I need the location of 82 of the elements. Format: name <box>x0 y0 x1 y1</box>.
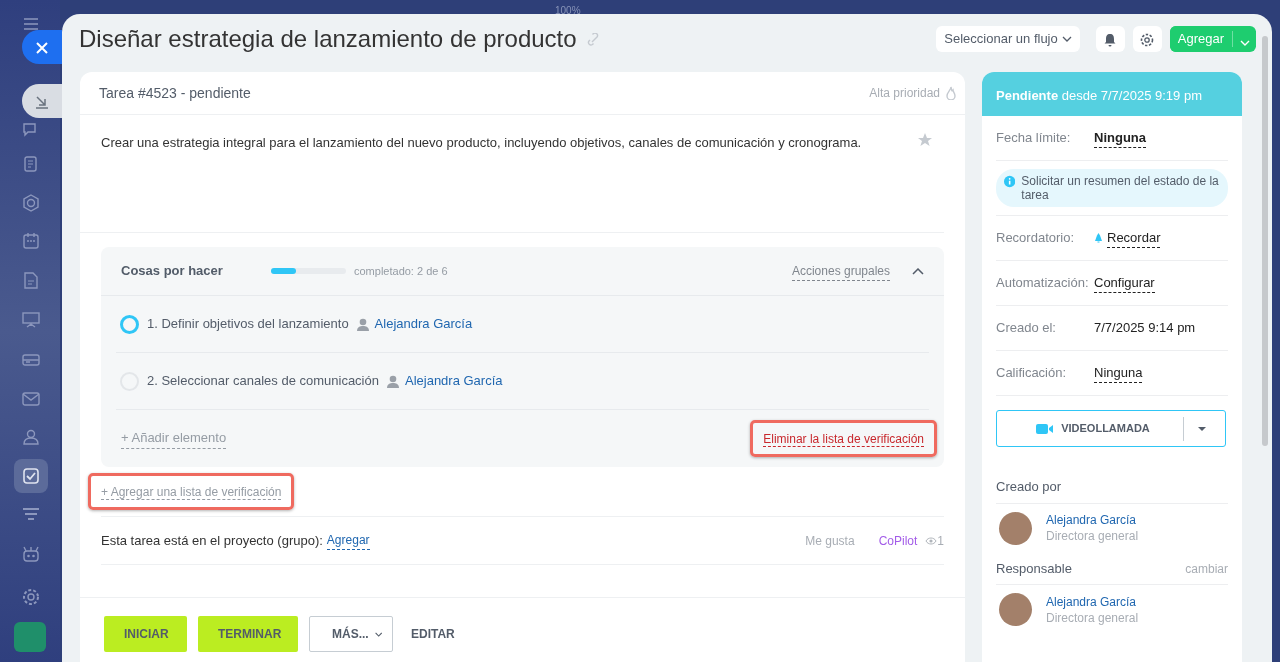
section-heading: Creado por <box>996 478 1062 496</box>
avatar <box>999 511 1032 545</box>
zoom-label: 100% <box>555 4 581 18</box>
collapse-button[interactable] <box>22 84 62 118</box>
bell-icon <box>1094 233 1103 243</box>
checklist-item: 1. Definir objetivos del lanzamiento <box>147 315 349 334</box>
field-label: Fecha límite: <box>996 129 1072 148</box>
person-icon <box>386 374 399 388</box>
field-value: 7/7/2025 9:14 pm <box>1094 319 1196 338</box>
close-icon <box>36 41 48 54</box>
chevron-down-icon <box>1061 36 1072 42</box>
video-camera-icon <box>1036 422 1054 435</box>
app-icon[interactable] <box>14 622 46 652</box>
delete-checklist-link[interactable]: Eliminar la lista de verificación <box>763 431 924 447</box>
field-label: Calificación: <box>996 364 1068 383</box>
checklist-item: 2. Seleccionar canales de comunicación <box>147 372 379 391</box>
field-label: Creado el: <box>996 319 1057 338</box>
flow-select[interactable]: Seleccionar un flujo <box>936 26 1080 52</box>
copilot-link[interactable]: CoPilot <box>878 531 918 550</box>
task-description: Crear una estrategia integral para el lanzamiento del nuevo producto, incluyendo objetivos, canales de comunicación y cronograma. <box>101 134 863 152</box>
action-button[interactable]: EDITAR <box>401 616 465 652</box>
document-icon[interactable] <box>22 156 40 174</box>
field-value-link[interactable]: Ninguna <box>1094 362 1143 384</box>
close-button[interactable] <box>22 30 62 64</box>
project-label: Esta tarea está en el proyecto (grupo): <box>101 531 323 550</box>
people-icon[interactable] <box>22 428 40 446</box>
notifications-button[interactable] <box>1095 26 1125 52</box>
person-name-link[interactable]: Alejandra García <box>1046 512 1139 528</box>
scrollbar[interactable] <box>1262 36 1268 446</box>
settings-button[interactable] <box>1132 26 1162 52</box>
field-label: Recordatorio: <box>996 229 1076 248</box>
info-icon <box>1004 175 1016 188</box>
window-title: Diseñar estrategia de lanzamiento de producto <box>79 24 577 54</box>
person-icon <box>356 317 369 331</box>
action-button[interactable]: INICIAR <box>104 616 187 652</box>
video-call-button[interactable]: VIDEOLLAMADA <box>996 410 1226 447</box>
views-count: 1 <box>937 532 944 550</box>
person-role: Directora general <box>1046 529 1139 543</box>
action-button[interactable]: MÁS... <box>309 616 393 652</box>
calendar-icon[interactable] <box>22 232 40 250</box>
status-since: desde 7/7/2025 9:19 pm <box>1061 88 1202 103</box>
link-icon[interactable] <box>586 32 600 46</box>
progress-text: completado: 2 de 6 <box>354 263 448 279</box>
add-project-link[interactable]: Agregar <box>326 531 370 550</box>
hexagon-icon[interactable] <box>22 194 40 212</box>
field-value-link[interactable]: Recordar <box>1107 227 1161 249</box>
status-label: Pendiente <box>996 88 1059 103</box>
flame-icon[interactable] <box>946 86 956 100</box>
group-actions-link[interactable]: Acciones grupales <box>791 261 890 281</box>
sidebar-item[interactable] <box>14 459 48 493</box>
field-value-link[interactable]: Ninguna <box>1094 127 1146 149</box>
arrow-icon <box>35 94 49 109</box>
mail-icon[interactable] <box>22 390 40 408</box>
chevron-icon[interactable] <box>912 267 924 275</box>
chevron-down-icon <box>1239 39 1250 46</box>
gear-icon[interactable] <box>22 588 40 606</box>
task-header: Tarea #4523 - pendiente <box>99 83 251 103</box>
assignee-link[interactable]: Alejandra García <box>374 314 473 334</box>
caret-icon <box>1197 426 1206 431</box>
field-value-link[interactable]: Configurar <box>1094 272 1155 294</box>
person-name-link[interactable]: Alejandra García <box>1046 593 1139 610</box>
eye-icon <box>925 535 938 546</box>
file-icon[interactable] <box>22 272 40 290</box>
checkbox-icon <box>22 467 40 485</box>
presentation-icon[interactable] <box>22 311 40 329</box>
avatar <box>999 593 1032 626</box>
person-role: Directora general <box>1046 610 1139 625</box>
checkbox[interactable] <box>120 314 139 334</box>
section-heading: Responsable <box>996 559 1072 578</box>
settings-icon <box>1140 32 1155 47</box>
robot-icon[interactable] <box>22 545 40 563</box>
star-icon[interactable] <box>918 133 932 146</box>
menu-icon[interactable] <box>24 18 38 30</box>
card-icon[interactable] <box>22 351 40 369</box>
priority-label: Alta prioridad <box>869 85 940 102</box>
action-button[interactable]: TERMINAR <box>198 616 298 652</box>
chevron-down-icon <box>374 630 382 638</box>
bell-icon <box>1104 32 1117 47</box>
assignee-link[interactable]: Alejandra García <box>404 371 503 391</box>
summary-request-button[interactable]: Solicitar un resumen del estado de la tarea <box>996 169 1228 207</box>
checklist-title: Cosas por hacer <box>121 262 224 281</box>
field-label: Automatización: <box>996 274 1090 293</box>
